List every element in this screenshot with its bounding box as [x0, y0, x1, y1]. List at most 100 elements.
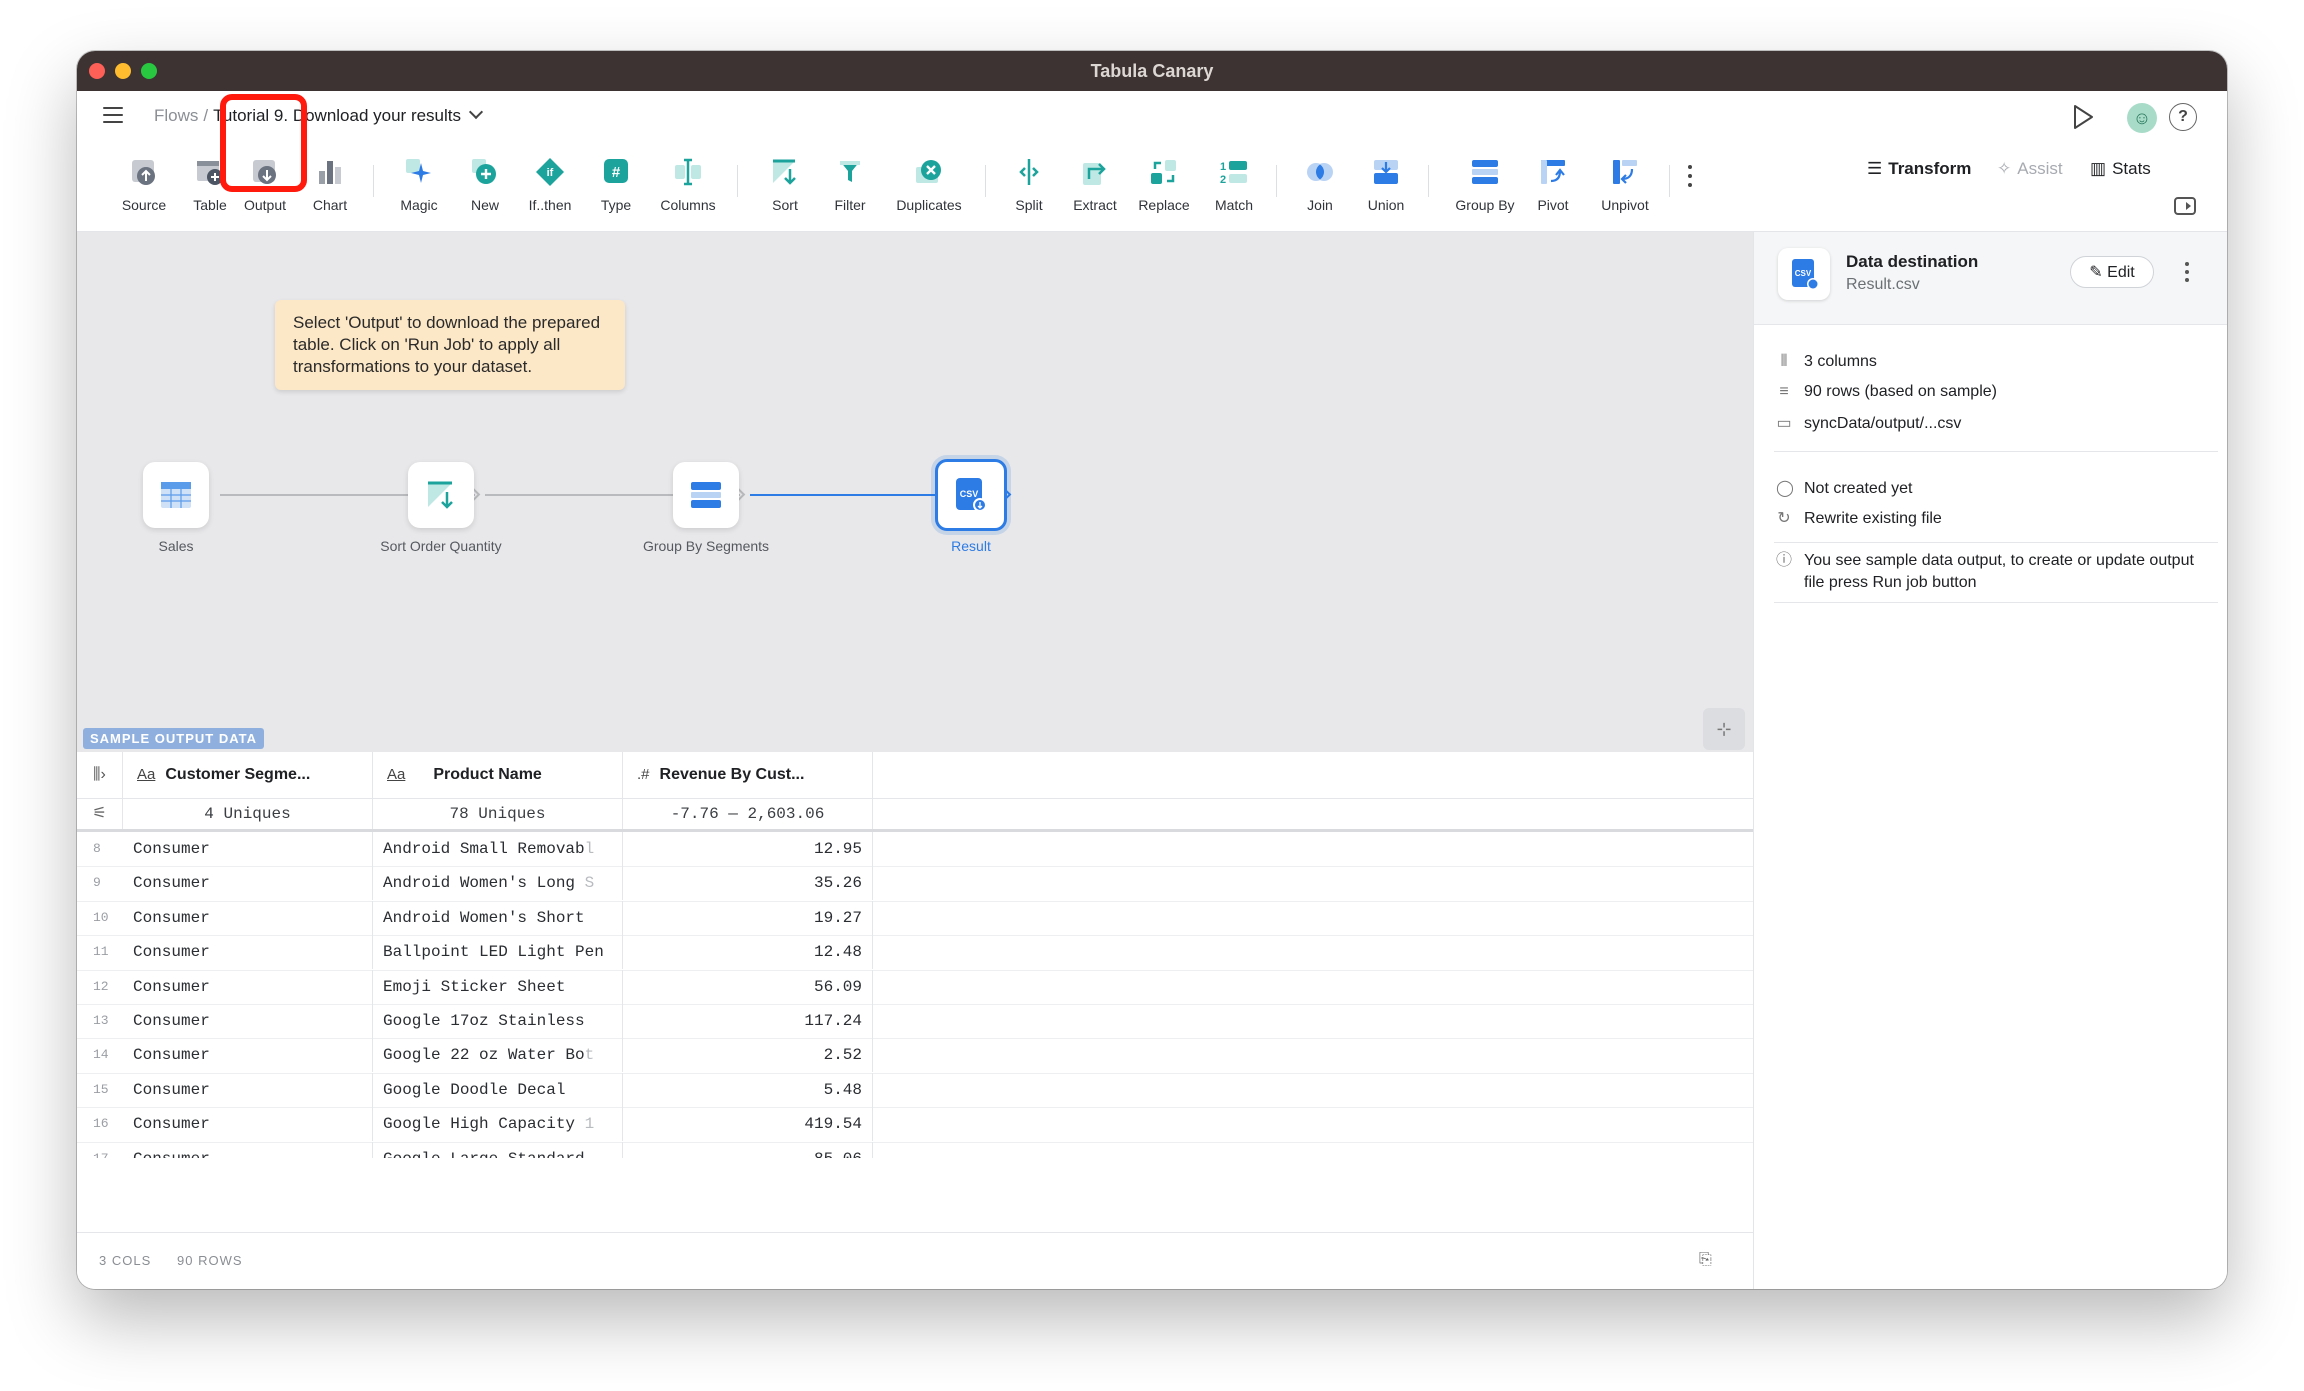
grid-body: 8 Consumer Android Small Removabl 12.95 9 Con… [77, 832, 1753, 1158]
tab-transform[interactable]: ☰ Transform [1867, 159, 1971, 179]
chevron-down-icon[interactable] [468, 104, 484, 120]
breadcrumb: Flows / Tutorial 9. Download your results [154, 104, 484, 126]
edit-button[interactable]: ✎ Edit [2070, 256, 2154, 288]
edit-label: Edit [2107, 264, 2135, 281]
flow-node-sales[interactable] [143, 462, 209, 528]
new-column-icon [472, 159, 496, 184]
columns-icon [675, 158, 701, 186]
unpivot-icon [1613, 160, 1637, 184]
run-job-button[interactable] [2070, 103, 2096, 131]
cell-customer-segment: Consumer [123, 866, 373, 901]
tool-duplicates[interactable]: Duplicates [889, 145, 969, 221]
tool-columns[interactable]: Columns [658, 145, 718, 221]
table-row[interactable]: 10 Consumer Android Women's Short 19.27 [77, 900, 1753, 937]
sort-icon [773, 159, 796, 185]
title-bar: Tabula Canary [77, 51, 2227, 91]
toolbar-divider [1428, 165, 1429, 197]
product-text: Android Small Removab [383, 840, 585, 858]
tab-stats[interactable]: ▥ Stats [2090, 159, 2151, 179]
info-text: syncData/output/...csv [1804, 415, 1962, 432]
join-icon [1307, 163, 1333, 181]
column-header-revenue[interactable]: .# Revenue By Cust... [623, 752, 873, 798]
column-header-product-name[interactable]: Aa Product Name [373, 752, 623, 798]
column-name: Product Name [433, 766, 542, 783]
cell-customer-segment: Consumer [123, 1038, 373, 1073]
cell-product-name: Ballpoint LED Light Pen [373, 935, 623, 970]
info-not-created: ◯ Not created yet [1776, 478, 1913, 498]
flow-canvas[interactable]: Select 'Output' to download the prepared… [77, 232, 1753, 752]
avatar[interactable]: ☺ [2127, 103, 2157, 133]
cell-revenue: 56.09 [623, 969, 873, 1004]
group-by-icon [1472, 160, 1498, 184]
product-text: Google 17oz Stainless [383, 1012, 595, 1030]
data-grid[interactable]: ⫼› Aa Customer Segme... Aa Product Name .#… [77, 752, 1753, 1232]
info-text: 3 columns [1804, 353, 1877, 370]
destination-header: CSV Data destination Result.csv ✎ Edit [1754, 232, 2227, 325]
tab-label: Stats [2112, 159, 2151, 178]
table-row[interactable]: 15 Consumer Google Doodle Decal 5.48 [77, 1072, 1753, 1109]
flow-node-result[interactable]: CSV [935, 459, 1007, 531]
more-options-icon[interactable] [2185, 262, 2189, 286]
more-tools-icon[interactable] [1687, 165, 1693, 195]
window-title: Tabula Canary [1090, 61, 1214, 81]
row-number: 9 [93, 875, 101, 891]
tab-assist[interactable]: ✧ Assist [1997, 159, 2063, 179]
fit-view-icon[interactable]: ⊹ [1703, 708, 1745, 750]
help-icon[interactable]: ? [2169, 103, 2197, 131]
cell-revenue: 5.48 [623, 1072, 873, 1107]
source-icon [132, 160, 155, 185]
bar-chart-icon: ▥ [2090, 159, 2107, 178]
filter-sliders-icon[interactable]: ⚟ [77, 799, 123, 829]
row-number: 8 [93, 841, 101, 856]
sliders-icon: ☰ [1867, 159, 1883, 178]
table-row[interactable]: 8 Consumer Android Small Removabl 12.95 [77, 832, 1753, 868]
table-row[interactable]: 13 Consumer Google 17oz Stainless 117.24 [77, 1004, 1753, 1040]
menu-icon[interactable] [103, 107, 123, 123]
tool-unpivot[interactable]: Unpivot [1595, 145, 1655, 221]
breadcrumb-separator: / [203, 106, 209, 125]
tool-union[interactable]: Union [1361, 145, 1411, 221]
flow-node-group-by-segments[interactable] [673, 462, 739, 528]
svg-text:CSV: CSV [960, 489, 979, 499]
svg-text:2: 2 [1220, 174, 1226, 186]
table-row[interactable]: 11 Consumer Ballpoint LED Light Pen 12.48 [77, 935, 1753, 971]
table-row[interactable]: 16 Consumer Google High Capacity 1 419.54 [77, 1107, 1753, 1143]
column-stats-row: ⚟ 4 Uniques 78 Uniques -7.76 — 2,603.06 [77, 799, 1753, 832]
tool-match[interactable]: 12 Match [1204, 145, 1264, 221]
cell-revenue: 19.27 [623, 900, 873, 935]
cell-product-name: Android Small Removabl [373, 832, 623, 866]
check-circle-icon: ◯ [1776, 480, 1794, 497]
chart-icon [319, 161, 341, 184]
divider [1774, 602, 2218, 603]
output-tool-highlight [220, 94, 307, 192]
toolbar-divider [1276, 165, 1277, 197]
export-icon[interactable]: ⎘ [1699, 1251, 1713, 1269]
table-row[interactable]: 14 Consumer Google 22 oz Water Bot 2.52 [77, 1038, 1753, 1074]
row-number: 17 [77, 1142, 123, 1158]
column-settings-icon[interactable]: ⫼› [77, 752, 123, 798]
toolbar-divider [1669, 165, 1670, 197]
destination-title: Data destination [1846, 252, 1979, 271]
breadcrumb-flows-link[interactable]: Flows [154, 106, 198, 125]
columns-icon: ⦀ [1780, 353, 1788, 370]
row-number: 13 [93, 1013, 109, 1028]
table-row[interactable]: 12 Consumer Emoji Sticker Sheet 56.09 [77, 969, 1753, 1005]
flow-node-sort-order-quantity[interactable] [408, 462, 474, 528]
cell-customer-segment: Consumer [123, 969, 373, 1004]
panel-toggle-icon[interactable] [2174, 197, 2196, 215]
extract-icon [1083, 163, 1106, 185]
toolbar-divider [373, 165, 374, 197]
info-note: ⓘ You see sample data output, to create o… [1776, 550, 2196, 594]
node-label: Group By Segments [642, 538, 770, 554]
column-header-customer-segment[interactable]: Aa Customer Segme... [123, 752, 373, 798]
info-text: 90 rows (based on sample) [1804, 383, 1997, 400]
pivot-icon [1541, 160, 1565, 184]
toolbar-divider [737, 165, 738, 197]
union-icon [1374, 160, 1398, 184]
text-type-icon: Aa [387, 766, 406, 783]
split-icon [1019, 159, 1039, 185]
table-row[interactable]: 17Consumer Google Large Standard 85.06 [77, 1141, 1753, 1158]
cell-customer-segment: Consumer [123, 900, 373, 935]
table-row[interactable]: 9 Consumer Android Women's Long S 35.26 [77, 866, 1753, 902]
tool-chart[interactable]: Chart [305, 145, 355, 221]
